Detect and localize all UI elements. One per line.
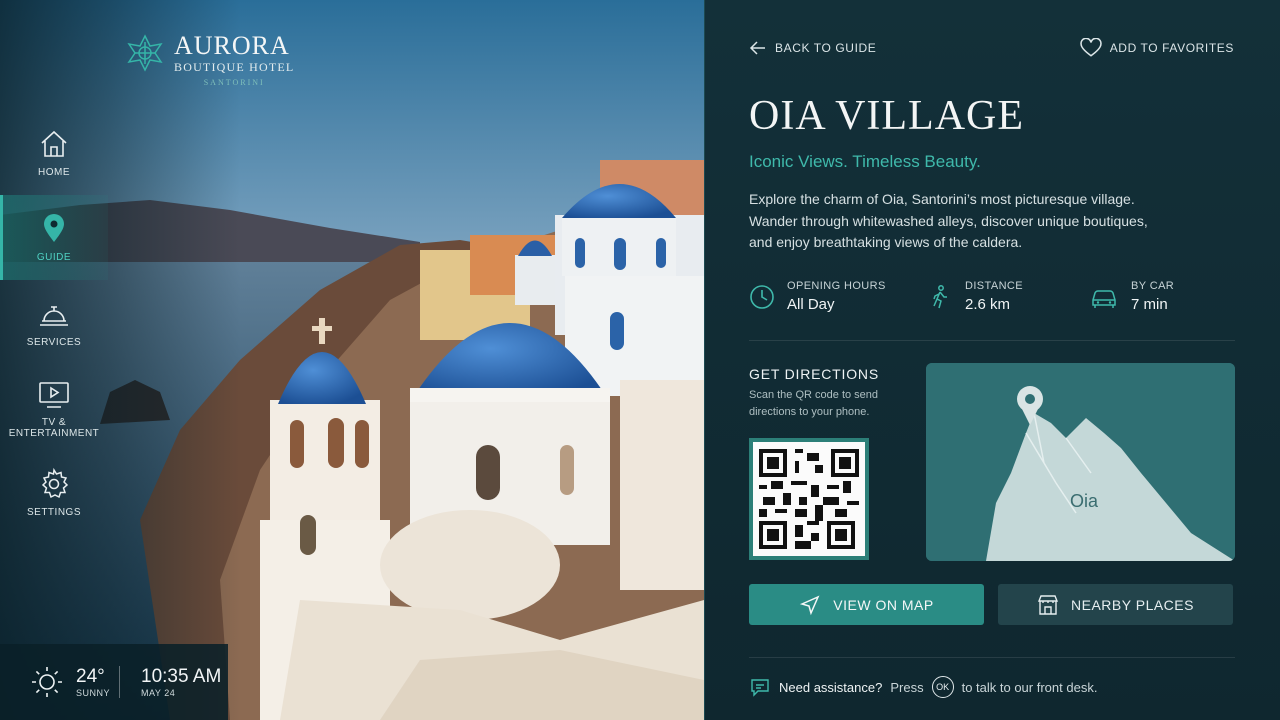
nearby-places-label: NEARBY PLACES: [1071, 596, 1194, 613]
fact-value: 2.6 km: [965, 296, 1011, 313]
sun-icon: [32, 667, 62, 697]
clock-icon: [750, 285, 774, 309]
back-to-guide-label: BACK TO GUIDE: [775, 41, 877, 55]
nav-label-guide: GUIDE: [36, 252, 72, 263]
map-location-label: Oia: [1070, 491, 1099, 511]
location-map[interactable]: Oia: [926, 363, 1235, 561]
hotel-logo: AURORA BOUTIQUE HOTEL SANTORINI: [124, 32, 294, 87]
fact-by-car: BY CAR 7 min: [1089, 280, 1174, 313]
assistance-hint: Need assistance? Press OK to talk to our…: [749, 676, 1097, 698]
weather-temp: 24°: [76, 666, 105, 687]
fact-value: 7 min: [1131, 296, 1168, 313]
view-on-map-label: VIEW ON MAP: [833, 596, 934, 613]
directions-title: GET DIRECTIONS: [749, 366, 879, 382]
nav-label-settings: SETTINGS: [26, 507, 81, 518]
nav-label-services: SERVICES: [26, 337, 82, 348]
nav-label-tv: TV & ENTERTAINMENT: [8, 416, 100, 439]
add-to-favorites-button[interactable]: ADD TO FAVORITES: [1080, 38, 1234, 58]
map-graphic: [926, 363, 1235, 561]
fact-opening-hours: OPENING HOURS All Day: [749, 280, 886, 313]
tv-icon: [39, 381, 69, 408]
detail-topbar: BACK TO GUIDE ADD TO FAVORITES: [749, 38, 1234, 58]
lotus-emblem-icon: [127, 34, 163, 72]
map-pin-icon: [44, 214, 64, 242]
fact-label: OPENING HOURS: [787, 280, 886, 292]
home-icon: [41, 130, 67, 157]
view-on-map-button[interactable]: VIEW ON MAP: [749, 584, 984, 625]
weather-divider: [119, 666, 121, 698]
assist-suffix: to talk to our front desk.: [961, 679, 1098, 695]
clock-time: 10:35 AM: [141, 666, 222, 687]
section-divider: [749, 340, 1235, 341]
hotel-subtitle: BOUTIQUE HOTEL: [174, 60, 295, 74]
nearby-places-button[interactable]: NEARBY PLACES: [998, 584, 1233, 625]
assist-press: Press: [890, 679, 924, 695]
add-to-favorites-label: ADD TO FAVORITES: [1109, 41, 1234, 55]
storefront-icon: [1037, 594, 1059, 615]
nav-item-guide[interactable]: GUIDE: [0, 195, 108, 280]
chat-icon: [751, 679, 769, 697]
directions-subtitle: Scan the QR code to send directions to y…: [749, 389, 879, 418]
hero-image-pane: AURORA BOUTIQUE HOTEL SANTORINI HOME GUI…: [0, 0, 704, 720]
car-icon: [1092, 290, 1116, 308]
navigation-arrow-icon: [800, 595, 820, 615]
nav-item-tv[interactable]: TV & ENTERTAINMENT: [0, 365, 108, 450]
assist-question: Need assistance?: [779, 679, 883, 695]
bell-icon: [40, 306, 68, 326]
nav-item-services[interactable]: SERVICES: [0, 280, 108, 365]
nav-item-home[interactable]: HOME: [0, 110, 108, 195]
weather-widget: 24° SUNNY 10:35 AM MAY 24: [0, 644, 228, 720]
place-description: Explore the charm of Oia, Santorini’s mo…: [749, 191, 1148, 250]
arrow-left-icon: [749, 41, 765, 55]
weather-condition: SUNNY: [76, 688, 111, 698]
fact-label: DISTANCE: [965, 280, 1024, 292]
page-title: OIA VILLAGE: [749, 93, 1025, 139]
hotel-name: AURORA: [174, 31, 290, 60]
detail-panel: BACK TO GUIDE ADD TO FAVORITES OIA VILLA…: [704, 0, 1280, 720]
fact-label: BY CAR: [1131, 280, 1175, 292]
footer-divider: [749, 657, 1235, 658]
facts-row: OPENING HOURS All Day DISTANCE 2.6 km BY…: [749, 280, 1235, 320]
hotel-location: SANTORINI: [203, 78, 265, 87]
heart-icon: [1080, 38, 1102, 57]
clock-date: MAY 24: [141, 688, 176, 698]
nav-item-settings[interactable]: SETTINGS: [0, 450, 108, 535]
nav-label-home: HOME: [38, 167, 70, 178]
fact-value: All Day: [787, 296, 835, 313]
gear-icon: [41, 467, 69, 499]
directions-qr-code: [749, 438, 869, 560]
qr-code-icon: [759, 449, 859, 549]
place-tagline: Iconic Views. Timeless Beauty.: [749, 152, 981, 171]
side-nav: HOME GUIDE SERVICES TV & ENTERTAINMENT S…: [0, 110, 108, 535]
fact-distance: DISTANCE 2.6 km: [927, 280, 1023, 313]
back-to-guide-button[interactable]: BACK TO GUIDE: [749, 39, 876, 57]
ok-key-badge: OK: [931, 676, 954, 698]
walking-icon: [933, 285, 947, 309]
